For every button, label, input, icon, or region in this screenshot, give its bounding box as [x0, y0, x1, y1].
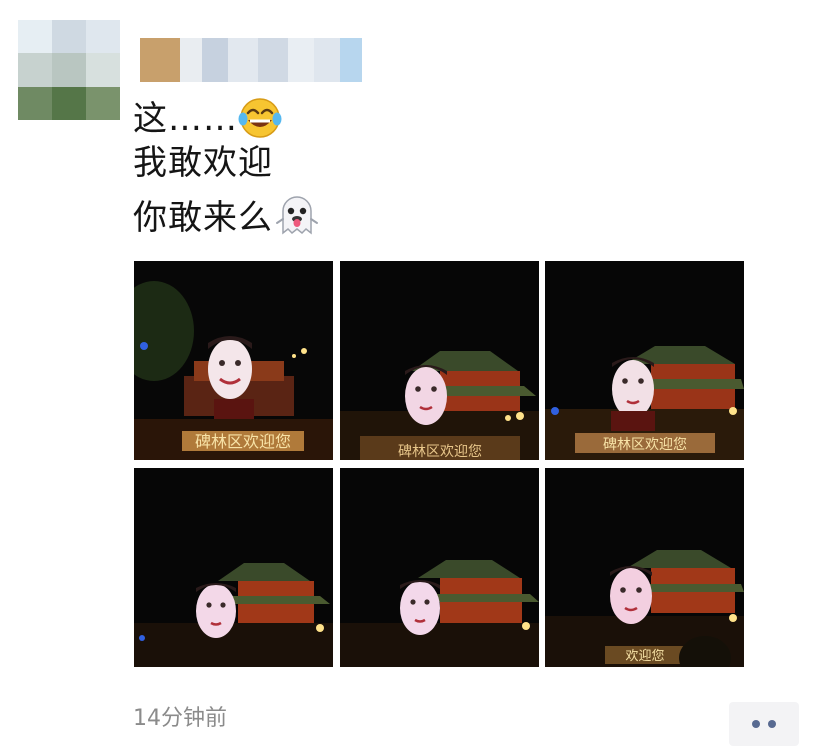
post-text-line-2: 我敢欢迎: [133, 143, 273, 183]
more-actions-button[interactable]: [729, 702, 799, 746]
photo-2[interactable]: 碑林区欢迎您: [340, 261, 539, 460]
laughing-tears-icon: [238, 94, 282, 147]
photo-1[interactable]: 碑林区欢迎您: [134, 261, 333, 460]
photo-5[interactable]: [340, 468, 539, 667]
photo-3[interactable]: 碑林区欢迎您: [545, 261, 744, 460]
sign-text: 欢迎您: [625, 648, 664, 664]
post-text-line-1: 这……: [133, 94, 282, 147]
more-dots-icon: [768, 720, 776, 728]
sign-text: 碑林区欢迎您: [195, 432, 291, 451]
photo-grid: 碑林区欢迎您 碑林区欢迎您 碑林区欢迎您 欢迎您: [134, 261, 744, 667]
post-timestamp: 14分钟前: [133, 706, 227, 731]
post-text: 这……: [133, 99, 238, 139]
more-dots-icon: [752, 720, 760, 728]
photo-4[interactable]: [134, 468, 333, 667]
sign-text: 碑林区欢迎您: [603, 436, 687, 453]
username[interactable]: [140, 38, 362, 82]
post-text-line-3: 你敢来么: [133, 193, 321, 246]
post-text: 你敢来么: [133, 198, 273, 238]
sign-text: 碑林区欢迎您: [398, 443, 482, 460]
ghost-icon: [273, 193, 321, 246]
photo-6[interactable]: 欢迎您: [545, 468, 744, 667]
avatar[interactable]: [18, 20, 120, 120]
